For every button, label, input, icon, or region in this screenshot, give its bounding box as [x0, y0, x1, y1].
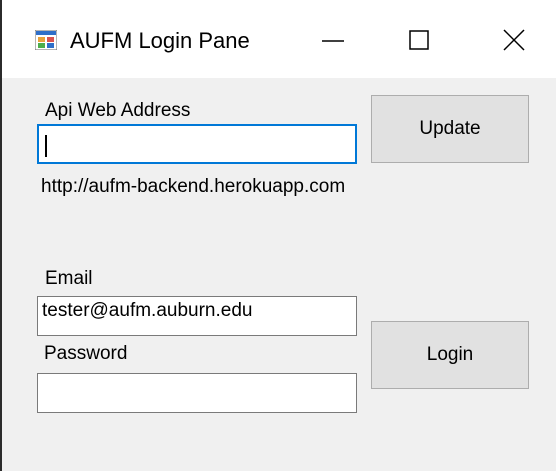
text-caret: [45, 135, 47, 157]
minimize-icon: [322, 40, 344, 42]
window-title: AUFM Login Pane: [70, 28, 250, 53]
login-button[interactable]: Login: [371, 321, 529, 389]
maximize-icon: [409, 30, 429, 50]
email-field[interactable]: tester@aufm.auburn.edu: [37, 296, 357, 336]
api-address-label: Api Web Address: [45, 100, 191, 121]
close-icon: [503, 29, 525, 51]
update-button[interactable]: Update: [371, 95, 529, 163]
minimize-button[interactable]: [298, 16, 368, 66]
title-bar[interactable]: AUFM Login Pane: [2, 0, 556, 78]
maximize-button[interactable]: [384, 16, 454, 66]
app-icon: [34, 29, 58, 51]
login-window: AUFM Login Pane Api Web Address Update h…: [0, 0, 556, 471]
password-field[interactable]: [37, 373, 357, 413]
email-label: Email: [45, 268, 93, 289]
api-address-input[interactable]: [37, 124, 357, 164]
close-button[interactable]: [478, 16, 548, 66]
current-api-address: http://aufm-backend.herokuapp.com: [41, 176, 346, 197]
password-label: Password: [44, 343, 128, 364]
